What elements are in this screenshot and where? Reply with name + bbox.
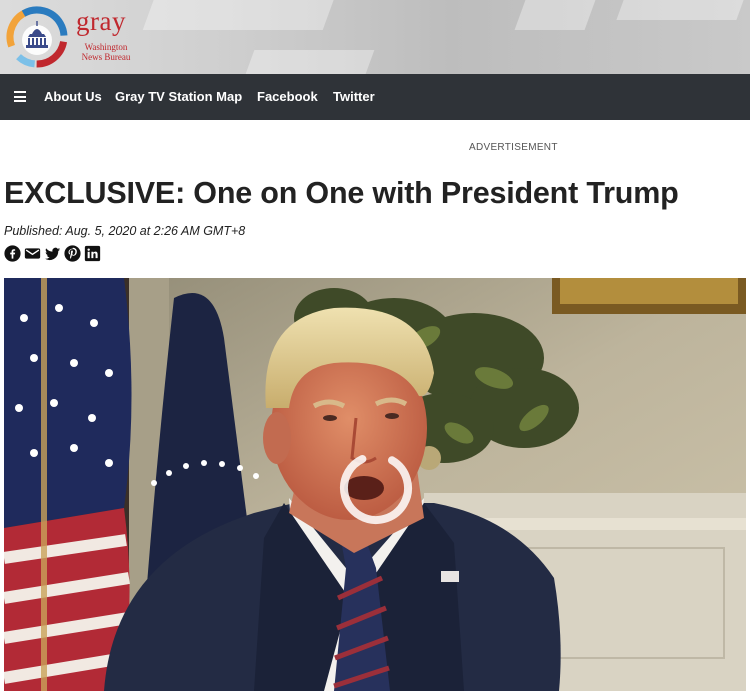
article-headline: EXCLUSIVE: One on One with President Tru… xyxy=(4,176,679,210)
logo-subtitle: Washington News Bureau xyxy=(76,42,136,62)
logo-wordmark: gray xyxy=(76,6,126,36)
site-header: gray Washington News Bureau xyxy=(0,0,750,74)
video-player[interactable] xyxy=(4,278,746,691)
gray-logo-icon xyxy=(6,6,68,68)
header-decoration xyxy=(616,0,744,20)
pinterest-icon[interactable] xyxy=(64,245,81,262)
nav-facebook[interactable]: Facebook xyxy=(257,89,318,104)
logo-subtitle-line2: News Bureau xyxy=(81,52,131,62)
main-nav: About Us Gray TV Station Map Facebook Tw… xyxy=(0,74,750,120)
nav-station-map[interactable]: Gray TV Station Map xyxy=(115,89,242,104)
twitter-icon[interactable] xyxy=(44,245,61,262)
nav-about-us[interactable]: About Us xyxy=(44,89,102,104)
nav-twitter[interactable]: Twitter xyxy=(333,89,375,104)
hamburger-menu-icon[interactable] xyxy=(14,91,26,102)
header-decoration xyxy=(514,0,596,30)
linkedin-icon[interactable] xyxy=(84,245,101,262)
header-decoration xyxy=(142,0,338,30)
logo-subtitle-line1: Washington xyxy=(84,42,128,52)
facebook-icon[interactable] xyxy=(4,245,21,262)
header-decoration xyxy=(245,50,375,74)
email-icon[interactable] xyxy=(24,245,41,262)
loading-spinner-icon xyxy=(340,452,412,524)
published-date: Published: Aug. 5, 2020 at 2:26 AM GMT+8 xyxy=(4,224,246,238)
share-bar xyxy=(4,245,101,263)
advertisement-text: ADVERTISEMENT xyxy=(469,142,558,153)
